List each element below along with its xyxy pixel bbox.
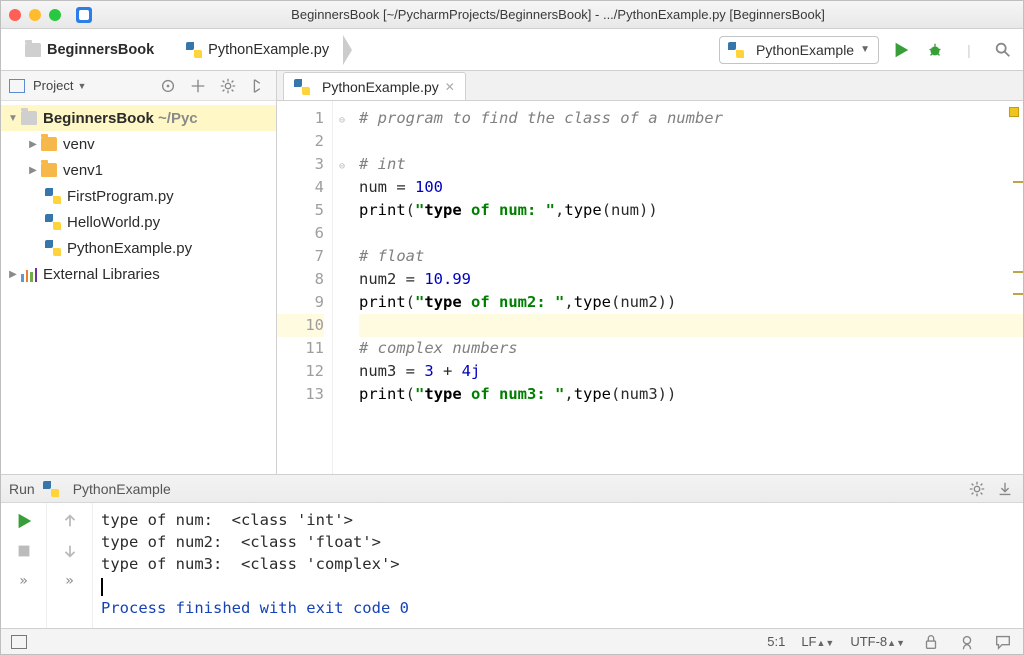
editor-area: PythonExample.py ✕ 12345678910111213 ⊖⊖ … <box>277 71 1023 474</box>
chevron-down-icon: ▼ <box>860 44 870 55</box>
titlebar: BeginnersBook [~/PycharmProjects/Beginne… <box>1 1 1023 29</box>
code-content[interactable]: # program to find the class of a number … <box>351 101 1023 474</box>
rerun-button[interactable] <box>14 511 34 531</box>
up-icon[interactable] <box>60 511 80 531</box>
tree-item-file[interactable]: PythonExample.py <box>1 235 276 261</box>
more-icon[interactable]: » <box>60 571 80 591</box>
lock-icon[interactable] <box>921 632 941 652</box>
project-panel-header[interactable]: Project▼ <box>1 71 276 101</box>
editor-tab-bar: PythonExample.py ✕ <box>277 71 1023 101</box>
python-file-icon <box>45 214 61 230</box>
close-window-button[interactable] <box>9 9 21 21</box>
tool-window-quick-access-icon[interactable] <box>11 635 27 649</box>
python-file-icon <box>728 42 744 58</box>
chevron-right-icon[interactable]: ▶ <box>5 269 21 280</box>
download-icon[interactable] <box>995 479 1015 499</box>
run-config-selector[interactable]: PythonExample ▼ <box>719 36 879 64</box>
python-file-icon <box>45 240 61 256</box>
console-output[interactable]: type of num: <class 'int'>type of num2: … <box>93 503 1023 628</box>
python-file-icon <box>186 42 202 58</box>
folder-icon <box>21 111 37 125</box>
inspector-icon[interactable] <box>957 632 977 652</box>
tree-item-file[interactable]: FirstProgram.py <box>1 183 276 209</box>
hide-icon[interactable] <box>248 76 268 96</box>
tree-item-venv[interactable]: ▶ venv <box>1 131 276 157</box>
feedback-icon[interactable] <box>993 632 1013 652</box>
gear-icon[interactable] <box>967 479 987 499</box>
run-left-toolbar-2: » <box>47 503 93 628</box>
project-sidebar: Project▼ ▼ BeginnersBook ~/Pyc ▶ <box>1 71 277 474</box>
python-file-icon <box>45 188 61 204</box>
app-icon <box>76 7 92 23</box>
collapse-icon[interactable] <box>188 76 208 96</box>
navigation-bar: BeginnersBook PythonExample.py PythonExa… <box>1 29 1023 71</box>
close-tab-icon[interactable]: ✕ <box>445 80 455 94</box>
tree-root[interactable]: ▼ BeginnersBook ~/Pyc <box>1 105 276 131</box>
more-icon[interactable]: » <box>14 571 34 591</box>
toolbar-divider: | <box>959 40 979 60</box>
libraries-icon <box>21 266 37 282</box>
tree-item-venv1[interactable]: ▶ venv1 <box>1 157 276 183</box>
chevron-right-icon[interactable]: ▶ <box>25 165 41 176</box>
breadcrumb-root[interactable]: BeginnersBook <box>11 35 168 65</box>
editor-tab[interactable]: PythonExample.py ✕ <box>283 72 466 100</box>
folder-icon <box>25 43 41 57</box>
caret-position[interactable]: 5:1 <box>767 634 785 649</box>
tree-external-libraries[interactable]: ▶ External Libraries <box>1 261 276 287</box>
folder-icon <box>41 163 57 177</box>
tree-item-file[interactable]: HelloWorld.py <box>1 209 276 235</box>
line-gutter: 12345678910111213 <box>277 101 333 474</box>
file-encoding[interactable]: UTF-8▲▼ <box>850 634 905 649</box>
error-stripe[interactable] <box>1013 101 1023 474</box>
line-separator[interactable]: LF▲▼ <box>801 634 834 649</box>
run-panel-config-name: PythonExample <box>73 481 171 497</box>
run-panel-header[interactable]: Run PythonExample <box>1 475 1023 503</box>
chevron-down-icon[interactable]: ▼ <box>5 113 21 124</box>
run-left-toolbar: » <box>1 503 47 628</box>
zoom-window-button[interactable] <box>49 9 61 21</box>
folder-icon <box>41 137 57 151</box>
status-bar: 5:1 LF▲▼ UTF-8▲▼ <box>1 628 1023 654</box>
gear-icon[interactable] <box>218 76 238 96</box>
code-editor[interactable]: 12345678910111213 ⊖⊖ # program to find t… <box>277 101 1023 474</box>
chevron-right-icon[interactable]: ▶ <box>25 139 41 150</box>
down-icon[interactable] <box>60 541 80 561</box>
run-tool-window: Run PythonExample » » type of num: <clas… <box>1 474 1023 628</box>
window-title: BeginnersBook [~/PycharmProjects/Beginne… <box>101 7 1015 22</box>
project-tree[interactable]: ▼ BeginnersBook ~/Pyc ▶ venv ▶ venv1 Fir… <box>1 101 276 291</box>
stop-button[interactable] <box>14 541 34 561</box>
run-button[interactable] <box>891 40 911 60</box>
minimize-window-button[interactable] <box>29 9 41 21</box>
python-file-icon <box>43 481 59 497</box>
target-icon[interactable] <box>158 76 178 96</box>
search-icon[interactable] <box>993 40 1013 60</box>
debug-button[interactable] <box>925 40 945 60</box>
chevron-down-icon: ▼ <box>77 81 86 91</box>
fold-column: ⊖⊖ <box>333 101 351 474</box>
run-panel-label: Run <box>9 481 35 497</box>
project-view-icon <box>9 79 25 93</box>
breadcrumb-file[interactable]: PythonExample.py <box>168 35 343 65</box>
python-file-icon <box>294 79 310 95</box>
